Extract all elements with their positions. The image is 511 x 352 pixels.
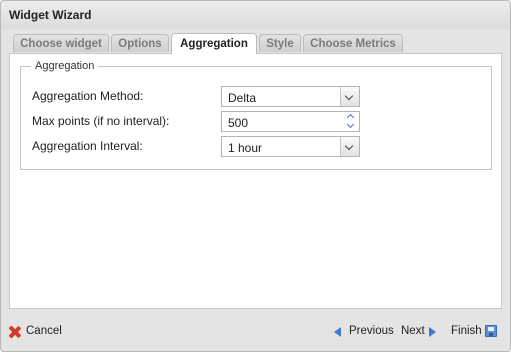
- previous-button[interactable]: Previous: [334, 325, 394, 341]
- arrow-left-icon: [334, 327, 341, 337]
- arrow-right-icon: [429, 327, 436, 337]
- fieldset-legend: Aggregation: [31, 60, 99, 72]
- tab-options[interactable]: Options: [111, 34, 169, 52]
- previous-label: Previous: [349, 325, 394, 337]
- aggregation-interval-select[interactable]: 1 hour: [221, 136, 360, 157]
- cancel-button[interactable]: Cancel: [9, 325, 69, 341]
- finish-button[interactable]: Finish: [451, 325, 501, 341]
- chevron-down-icon: [344, 91, 354, 101]
- max-points-label: Max points (if no interval):: [32, 114, 170, 128]
- tab-style[interactable]: Style: [259, 34, 301, 52]
- aggregation-fieldset: Aggregation Aggregation Method: Delta Ma…: [20, 60, 492, 170]
- aggregation-interval-value: 1 hour: [228, 141, 263, 155]
- title-bar[interactable]: Widget Wizard: [1, 1, 510, 29]
- spin-up-button[interactable]: [343, 112, 359, 122]
- max-points-value: 500: [228, 116, 249, 130]
- dialog-title: Widget Wizard: [9, 8, 92, 22]
- tab-bar: Choose widget Options Aggregation Style …: [9, 33, 502, 54]
- close-icon: [9, 326, 21, 338]
- next-label: Next: [401, 325, 425, 337]
- tab-aggregation[interactable]: Aggregation: [171, 33, 257, 54]
- dropdown-button[interactable]: [340, 87, 359, 106]
- dropdown-button[interactable]: [340, 137, 359, 156]
- aggregation-interval-label: Aggregation Interval:: [32, 139, 143, 153]
- save-icon: [485, 325, 497, 337]
- tab-panel-aggregation: Aggregation Aggregation Method: Delta Ma…: [9, 53, 502, 309]
- chevron-down-icon: [346, 120, 355, 129]
- aggregation-method-select[interactable]: Delta: [221, 86, 360, 107]
- aggregation-method-label: Aggregation Method:: [32, 89, 144, 103]
- finish-label: Finish: [451, 325, 482, 337]
- chevron-down-icon: [344, 141, 354, 151]
- dialog-footer: Cancel Previous Next Finish: [1, 317, 510, 351]
- widget-wizard-dialog: Widget Wizard Choose widget Options Aggr…: [0, 0, 511, 352]
- spin-down-button[interactable]: [343, 120, 359, 131]
- aggregation-method-value: Delta: [228, 91, 257, 105]
- cancel-label: Cancel: [26, 325, 62, 337]
- next-button[interactable]: Next: [401, 325, 441, 341]
- tab-choose-widget[interactable]: Choose widget: [13, 34, 109, 52]
- tab-choose-metrics[interactable]: Choose Metrics: [303, 34, 403, 52]
- max-points-field[interactable]: 500: [221, 111, 360, 132]
